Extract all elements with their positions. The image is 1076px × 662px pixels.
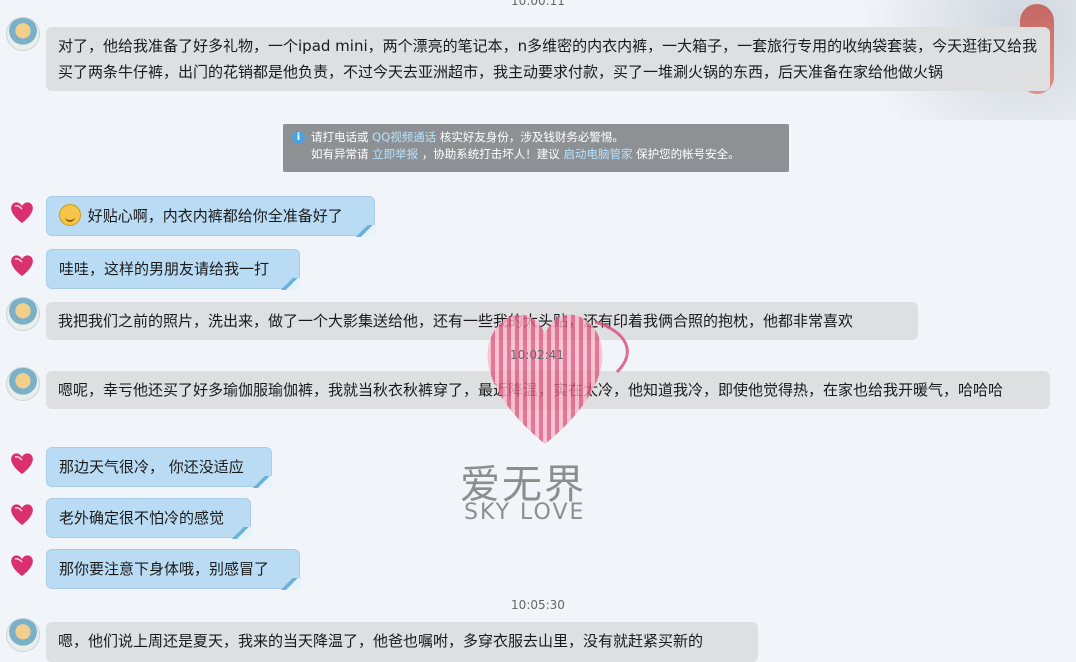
message-text: 那边天气很冷， 你还没适应 <box>59 458 244 476</box>
avatar-self[interactable] <box>6 498 38 530</box>
pc-manager-link[interactable]: 启动电脑管家 <box>563 147 632 161</box>
heart-avatar-icon <box>11 504 33 525</box>
bubble-wave-icon <box>230 527 252 539</box>
avatar-contact[interactable] <box>6 367 40 401</box>
timestamp: 10:05:30 <box>511 598 565 612</box>
timestamp: 10:02:41 <box>510 348 564 362</box>
heart-avatar-icon <box>11 255 33 276</box>
avatar-contact[interactable] <box>6 297 40 331</box>
message-text: 嗯，他们说上周还是夏天，我来的当天降温了，他爸也嘱咐，多穿衣服去山里，没有就赶紧… <box>58 632 704 650</box>
avatar-self[interactable] <box>6 549 38 581</box>
message-bubble: 我把我们之前的照片，洗出来，做了一个大影集送给他，还有一些我的大头贴，还有印着我… <box>46 302 918 340</box>
message-text: 我把我们之前的照片，洗出来，做了一个大影集送给他，还有一些我的大头贴，还有印着我… <box>58 312 854 330</box>
message-text: 老外确定很不怕冷的感觉 <box>59 509 225 527</box>
avatar-contact[interactable] <box>6 618 40 652</box>
awkward-smile-emoji-icon <box>59 204 81 226</box>
avatar-self[interactable] <box>6 249 38 281</box>
info-icon: i <box>292 131 305 144</box>
report-link[interactable]: 立即举报 <box>372 147 418 161</box>
bubble-wave-icon <box>279 278 301 290</box>
avatar-contact[interactable] <box>6 17 40 51</box>
watermark-english-text: SKY LOVE <box>464 500 586 525</box>
heart-avatar-icon <box>11 453 33 474</box>
notice-line-1: 请打电话或 QQ视频通话 核实好友身份，涉及钱财务必警惕。 <box>311 130 624 144</box>
bubble-wave-icon <box>251 476 273 488</box>
video-call-link[interactable]: QQ视频通话 <box>372 130 436 144</box>
heart-avatar-icon <box>11 555 33 576</box>
message-text: 那你要注意下身体哦，别感冒了 <box>59 560 270 578</box>
timestamp: 10:00:11 <box>511 0 565 8</box>
bubble-wave-icon <box>279 578 301 590</box>
notice-line-2: 如有异常请 立即举报 ，协助系统打击坏人！建议 启动电脑管家 保护您的帐号安全。 <box>311 147 740 161</box>
heart-avatar-icon <box>11 202 33 223</box>
message-text: 哇哇，这样的男朋友请给我一打 <box>59 260 270 278</box>
message-bubble: 嗯，他们说上周还是夏天，我来的当天降温了，他爸也嘱咐，多穿衣服去山里，没有就赶紧… <box>46 622 758 662</box>
message-bubble: 对了，他给我准备了好多礼物，一个ipad mini，两个漂亮的笔记本，n多维密的… <box>46 27 1050 91</box>
message-text: 好贴心啊，内衣内裤都给你全准备好了 <box>87 207 343 225</box>
security-notice: i 请打电话或 QQ视频通话 核实好友身份，涉及钱财务必警惕。 如有异常请 立即… <box>283 124 789 172</box>
message-text: 对了，他给我准备了好多礼物，一个ipad mini，两个漂亮的笔记本，n多维密的… <box>58 37 1038 81</box>
message-bubble: 那边天气很冷， 你还没适应 <box>46 447 273 488</box>
message-bubble: 好贴心啊，内衣内裤都给你全准备好了 <box>46 196 376 237</box>
message-bubble: 那你要注意下身体哦，别感冒了 <box>46 549 301 590</box>
message-bubble: 老外确定很不怕冷的感觉 <box>46 498 252 539</box>
watermark-chinese-text: 爱无界 <box>460 462 586 508</box>
message-text: 嗯呢，幸亏他还买了好多瑜伽服瑜伽裤，我就当秋衣秋裤穿了，最近降温，实在太冷，他知… <box>58 381 1004 399</box>
bubble-wave-icon <box>354 225 376 237</box>
avatar-self[interactable] <box>6 196 38 228</box>
message-bubble: 嗯呢，幸亏他还买了好多瑜伽服瑜伽裤，我就当秋衣秋裤穿了，最近降温，实在太冷，他知… <box>46 371 1050 409</box>
message-bubble: 哇哇，这样的男朋友请给我一打 <box>46 249 301 290</box>
avatar-self[interactable] <box>6 447 38 479</box>
